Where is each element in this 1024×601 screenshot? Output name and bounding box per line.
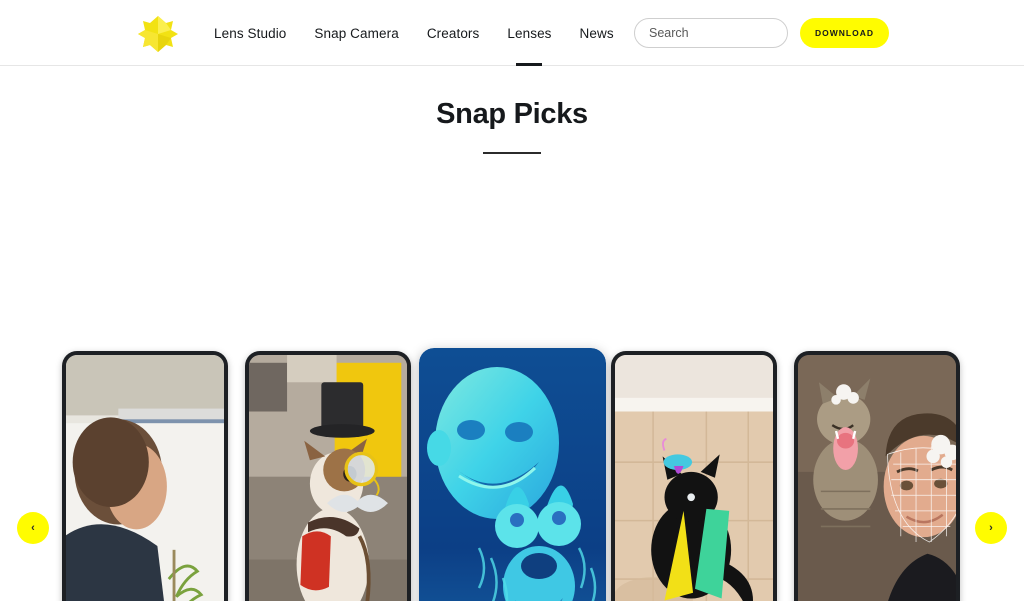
nav-item-creators[interactable]: Creators	[413, 0, 494, 66]
lens-preview-image	[615, 355, 773, 601]
search-input[interactable]	[634, 18, 788, 48]
lens-preview-image	[419, 348, 606, 601]
lens-carousel: ‹ › STOP	[0, 170, 1024, 601]
nav-label: Lens Studio	[214, 25, 287, 41]
lens-card-featured-firedog[interactable]	[419, 348, 606, 601]
nav-item-news[interactable]: News	[566, 0, 628, 66]
download-button[interactable]: DOWNLOAD	[800, 18, 889, 48]
page-title: Snap Picks	[436, 98, 588, 130]
nav-label: Snap Camera	[314, 25, 399, 41]
lens-studio-logo-icon[interactable]	[135, 12, 181, 56]
nav-item-snap-camera[interactable]: Snap Camera	[300, 0, 412, 66]
lens-preview-image	[798, 355, 956, 601]
site-header: Lens Studio Snap Camera Creators Lenses …	[0, 0, 1024, 66]
lens-preview: Pet Veil by matty.platty	[798, 355, 956, 601]
page-title-section: Snap Picks	[0, 98, 1024, 154]
carousel-next-button[interactable]: ›	[975, 512, 1007, 544]
nav-item-lens-studio[interactable]: Lens Studio	[200, 0, 300, 66]
lens-preview: Cat Beam by AOEPNG	[615, 355, 773, 601]
nav-label: News	[579, 25, 614, 41]
lens-preview: STOP Stop Hand by Ben	[66, 355, 224, 601]
carousel-prev-button[interactable]: ‹	[17, 512, 49, 544]
lens-card-cat-beam[interactable]: Cat Beam by AOEPNG	[611, 351, 777, 601]
lens-preview-image	[66, 355, 224, 601]
nav-label: Creators	[426, 25, 480, 41]
lens-card-fancy-pet[interactable]: Fancy Pet by Phil Walton 🎨	[245, 351, 411, 601]
title-divider	[483, 152, 541, 154]
lens-card-stop-hand[interactable]: STOP Stop Hand by Ben	[62, 351, 228, 601]
lens-preview: Fancy Pet by Phil Walton 🎨	[249, 355, 407, 601]
nav-label: Lenses	[507, 25, 552, 41]
lens-preview	[419, 348, 606, 601]
lens-preview-image	[249, 355, 407, 601]
nav-item-lenses[interactable]: Lenses	[493, 0, 565, 66]
lens-card-pet-veil[interactable]: Pet Veil by matty.platty	[794, 351, 960, 601]
